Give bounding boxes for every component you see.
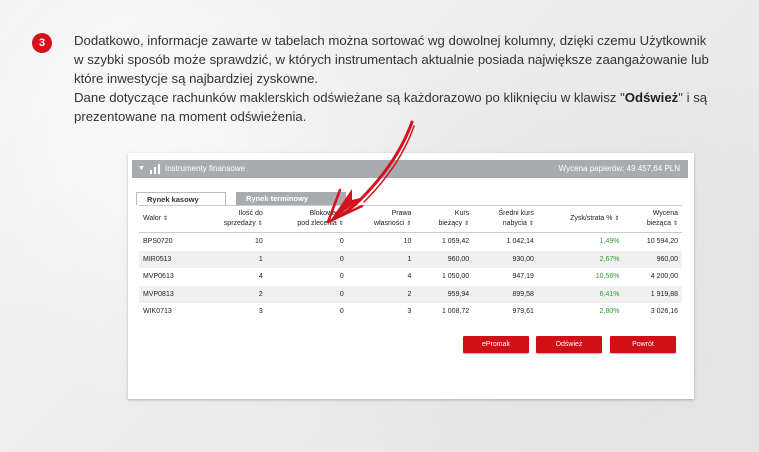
cell-ilosc: 3	[258, 308, 263, 316]
cell-prawa: 1	[347, 250, 416, 268]
table-header-row: Walor ⇕ Ilość do sprzedaży ⇕ Blokowane pod z…	[139, 205, 682, 233]
tab-futures-market[interactable]: Rynek terminowy	[236, 192, 346, 205]
cell-sredni-kurs: 930,00	[473, 250, 538, 268]
sort-icon[interactable]: ⇕	[615, 216, 620, 222]
sort-icon[interactable]: ⇕	[673, 221, 678, 227]
cell-sredni-kurs: 947,19	[512, 273, 534, 281]
cell-walor: WIK0713	[143, 308, 172, 316]
sort-icon[interactable]: ⇕	[406, 221, 411, 227]
cell-blokowane: 0	[339, 238, 344, 246]
epromak-button[interactable]: ePromak	[463, 336, 529, 353]
instruments-table: Walor ⇕ Ilość do sprzedaży ⇕ Blokowane pod z…	[139, 205, 682, 321]
intro-line-2: w szybki sposób może sprawdzić, w któryc…	[74, 52, 709, 67]
intro-line-1: Dodatkowo, informacje zawarte w tabelach…	[74, 33, 707, 48]
refresh-keyword: Odśwież	[624, 90, 679, 105]
cell-zysk: 6,41%	[537, 285, 624, 303]
table-row[interactable]: MVP0613 4 0 4 1 050,00 947,19 10,56% 4 2…	[139, 268, 682, 286]
intro-text: Dodatkowo, informacje zawarte w tabelach…	[74, 31, 724, 126]
cell-ilosc: 2	[196, 285, 267, 303]
intro-line-3: które inwestycje są najbardziej zyskowne…	[74, 71, 319, 86]
cell-ilosc: 1	[196, 250, 267, 268]
panel-title: Instrumenty finansowe	[165, 164, 246, 173]
intro-line-4: Dane dotyczące rachunków maklerskich odś…	[74, 90, 708, 105]
cell-wycena: 3 026,16	[650, 308, 678, 316]
cell-ilosc: 10	[254, 238, 263, 246]
sort-icon[interactable]: ⇕	[258, 221, 263, 227]
cell-zysk: 2,67%	[537, 250, 624, 268]
cell-wycena: 960,00	[623, 250, 682, 268]
cell-zysk: 1,49%	[599, 238, 620, 246]
table-row[interactable]: MVP0813 2 0 2 959,94 899,58 6,41% 1 919,…	[139, 285, 682, 303]
financial-instruments-panel: ▼ Instrumenty finansowe Wycena papierów:…	[128, 153, 694, 399]
sort-icon[interactable]: ⇕	[339, 221, 344, 227]
cell-prawa: 3	[407, 308, 412, 316]
column-header-kurs[interactable]: Kurs bieżący ⇕	[415, 205, 474, 233]
table-row[interactable]: MIR0513 1 0 1 960,00 930,00 2,67% 960,00	[139, 250, 682, 268]
column-header-zysk[interactable]: Zysk/strata % ⇕	[537, 205, 624, 233]
cell-kurs: 960,00	[415, 250, 474, 268]
sort-icon[interactable]: ⇕	[529, 221, 534, 227]
cell-wycena: 1 919,88	[623, 285, 682, 303]
column-header-walor[interactable]: Walor ⇕	[139, 205, 197, 233]
cell-walor: MVP0613	[143, 273, 174, 281]
cell-walor: BPS0720	[143, 238, 173, 246]
cell-walor: MIR0513	[139, 250, 197, 268]
column-header-ilosc[interactable]: Ilość do sprzedaży ⇕	[196, 205, 267, 233]
column-header-blokowane[interactable]: Blokowane pod zlecenia ⇕	[266, 205, 348, 233]
column-header-prawa[interactable]: Prawa własności ⇕	[347, 205, 416, 233]
cell-walor: MVP0813	[139, 285, 197, 303]
cell-blokowane: 0	[266, 285, 348, 303]
panel-header: ▼ Instrumenty finansowe Wycena papierów:…	[132, 160, 688, 178]
cell-prawa: 10	[403, 238, 412, 246]
cell-kurs: 959,94	[415, 285, 474, 303]
cell-prawa: 2	[347, 285, 416, 303]
cell-kurs: 1 008,72	[441, 308, 470, 316]
column-header-sredni-kurs[interactable]: Średni kurs nabycia ⇕	[473, 205, 538, 233]
cell-zysk: 2,80%	[599, 308, 620, 316]
bar-chart-icon	[150, 164, 160, 174]
table-row[interactable]: BPS0720 10 0 10 1 059,42 1 042,14 1,49% …	[139, 233, 682, 251]
cell-blokowane: 0	[339, 273, 344, 281]
cell-wycena: 4 200,00	[650, 273, 678, 281]
cell-sredni-kurs: 1 042,14	[506, 238, 534, 246]
refresh-button[interactable]: Odśwież	[536, 336, 602, 353]
back-button[interactable]: Powrót	[610, 336, 676, 353]
cell-wycena: 10 594,20	[646, 238, 678, 246]
table-row[interactable]: WIK0713 3 0 3 1 008,72 979,61 2,80% 3 02…	[139, 303, 682, 321]
sort-icon[interactable]: ⇕	[464, 221, 469, 227]
cell-zysk: 10,56%	[595, 273, 620, 281]
cell-sredni-kurs: 979,61	[512, 308, 534, 316]
cell-blokowane: 0	[339, 308, 344, 316]
cell-ilosc: 4	[258, 273, 263, 281]
tab-cash-market[interactable]: Rynek kasowy	[136, 192, 226, 205]
cell-prawa: 4	[407, 273, 412, 281]
sort-icon[interactable]: ⇕	[163, 216, 168, 222]
cell-kurs: 1 059,42	[441, 238, 470, 246]
cell-sredni-kurs: 899,58	[473, 285, 538, 303]
step-number-badge: 3	[32, 33, 52, 53]
column-header-wycena[interactable]: Wycena bieżąca ⇕	[623, 205, 682, 233]
cell-blokowane: 0	[266, 250, 348, 268]
cell-kurs: 1 050,00	[441, 273, 470, 281]
collapse-icon[interactable]: ▼	[138, 165, 145, 172]
intro-line-5: prezentowane na moment odświeżenia.	[74, 109, 307, 124]
valuation-summary: Wycena papierów: 49 457,64 PLN	[558, 164, 680, 173]
